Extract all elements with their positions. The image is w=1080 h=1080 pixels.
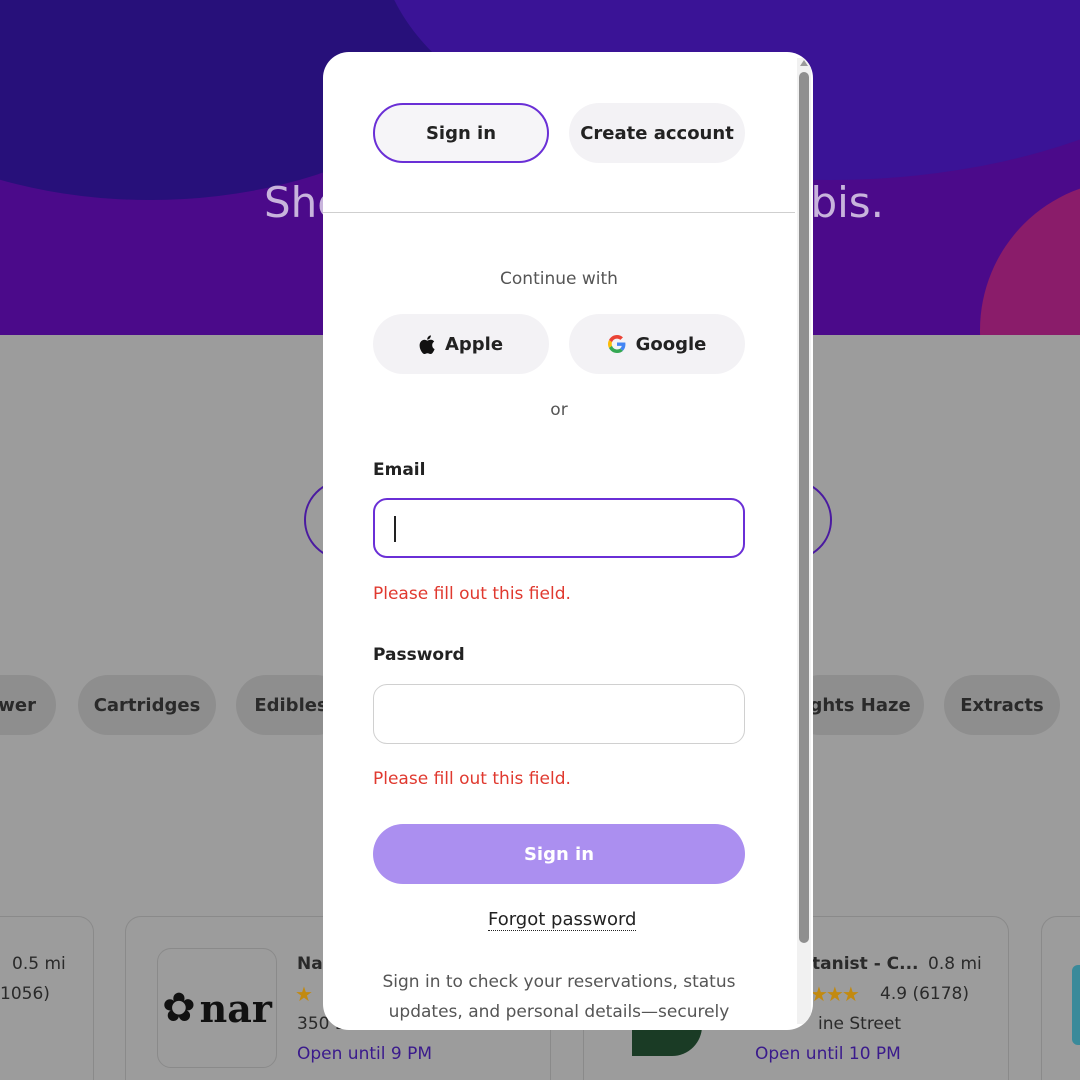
apple-icon [419,334,435,354]
star-icon: ★★★ [810,982,860,1006]
password-label: Password [373,645,465,665]
email-field[interactable] [373,498,745,558]
store-logo: ✿ nar [157,948,277,1068]
category-chip[interactable]: Cartridges [78,675,216,735]
store-name: tanist - C... [812,954,919,974]
cannabis-leaf-icon: ✿ [162,985,196,1031]
or-separator: or [550,400,568,420]
sign-in-footnote: Sign in to check your reservations, stat… [382,972,736,1022]
google-button-label: Google [635,333,707,355]
scroll-up-arrow-icon[interactable] [800,60,808,66]
email-label: Email [373,460,426,480]
store-name: Na [297,954,323,974]
category-chip[interactable]: Extracts [944,675,1060,735]
google-sign-in-button[interactable]: Google [569,314,745,374]
store-logo-text: nar [199,985,272,1031]
email-error: Please fill out this field. [373,584,571,604]
apple-sign-in-button[interactable]: Apple [373,314,549,374]
scrollbar-thumb[interactable] [799,72,809,943]
password-error: Please fill out this field. [373,769,571,789]
store-reviews: 1056) [0,984,50,1004]
text-cursor [394,516,396,542]
store-distance: 0.8 mi [928,954,982,974]
store-rating: 4.9 (6178) [880,984,969,1004]
continue-with-label: Continue with [500,269,618,289]
forgot-password-link[interactable]: Forgot password [488,909,637,931]
store-distance: 0.5 mi [12,954,66,974]
divider [323,212,795,213]
store-logo [1072,965,1080,1045]
store-hours: Open until 10 PM [755,1044,901,1064]
store-address: ine Street [818,1014,902,1034]
sign-in-modal: Sign in Create account Continue with App… [323,52,813,1030]
google-icon [607,335,626,353]
hero-shape [980,180,1080,335]
sign-in-submit-button[interactable]: Sign in [373,824,745,884]
tab-create-account[interactable]: Create account [569,103,745,163]
password-field[interactable] [373,684,745,744]
tab-sign-in[interactable]: Sign in [373,103,549,163]
apple-button-label: Apple [444,333,504,355]
hero-title-end: bis. [810,178,884,227]
store-hours: Open until 9 PM [297,1044,433,1064]
star-icon: ★ [295,982,313,1006]
